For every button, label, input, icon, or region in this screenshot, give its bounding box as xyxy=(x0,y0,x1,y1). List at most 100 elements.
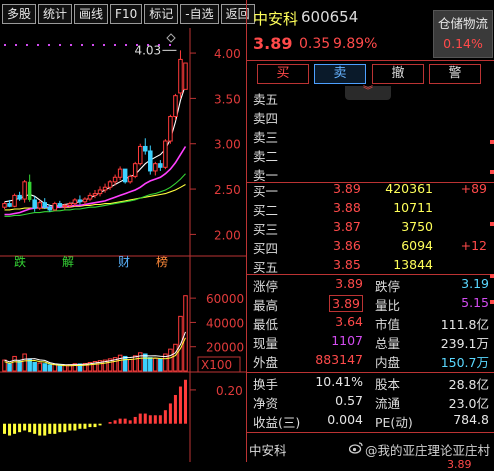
volume-bar xyxy=(132,355,138,372)
volume-bar xyxy=(12,355,17,372)
stock-name: 中安科 xyxy=(253,10,299,28)
buy-order-row[interactable]: 买三 3.87 3750 xyxy=(247,219,494,238)
candle-body xyxy=(158,163,163,168)
stat-value: 150.7万 xyxy=(440,355,489,370)
volume-bar xyxy=(42,363,47,372)
volume-bar xyxy=(57,364,63,372)
event-marker: 榜 xyxy=(156,254,168,269)
toolbar-button[interactable]: F10 xyxy=(110,4,143,24)
stat-label: 最高 xyxy=(253,298,279,313)
order-volume: 3750 xyxy=(401,219,433,234)
candle-body xyxy=(143,145,148,152)
candle-body xyxy=(37,202,42,209)
stat-row: 现量 1107 总量 239.1万 xyxy=(247,333,494,352)
order-level-label: 买三 xyxy=(253,222,279,237)
volume-bar xyxy=(168,348,173,372)
bottom-stock-name: 中安科 xyxy=(249,443,287,458)
stat-value: 3.64 xyxy=(335,314,363,329)
price-tick-label: 3.50 xyxy=(214,92,241,106)
weibo-icon xyxy=(349,442,363,454)
scroll-markers xyxy=(490,140,494,304)
buy-order-row[interactable]: 买一 3.89 420361 +89 xyxy=(247,181,494,200)
order-level-label: 卖四 xyxy=(253,111,279,126)
stat-label: 总量 xyxy=(375,336,401,351)
volume-bar xyxy=(158,358,163,372)
candle-body xyxy=(178,58,183,94)
cancel-order-button[interactable]: 撤 xyxy=(372,64,424,84)
stat-value: 0.004 xyxy=(327,412,363,427)
top-marker-dot xyxy=(92,44,94,46)
stat-row: 换手 10.41% 股本 28.8亿 xyxy=(247,374,494,393)
volume-bar xyxy=(173,343,178,372)
candle-body xyxy=(107,181,113,188)
order-volume-change: +12 xyxy=(460,238,487,253)
top-marker-dot xyxy=(125,44,127,46)
candle-body xyxy=(42,202,47,208)
sell-order-row[interactable]: 卖五 xyxy=(247,89,494,108)
event-marker: 跌 xyxy=(14,254,26,269)
buy-button[interactable]: 买 xyxy=(257,64,309,84)
toolbar-button[interactable]: 画线 xyxy=(74,4,109,24)
stat-label: 量比 xyxy=(375,298,401,313)
stat-value: 883147 xyxy=(315,352,363,367)
sector-box[interactable]: 仓储物流 0.14% xyxy=(433,10,493,58)
candle-body xyxy=(173,95,178,118)
top-marker-dot xyxy=(169,44,171,46)
order-price: 3.89 xyxy=(333,181,361,196)
top-marker-dot xyxy=(48,44,50,46)
volume-bar xyxy=(32,362,37,372)
toolbar-button[interactable]: 统计 xyxy=(38,4,73,24)
candle-body xyxy=(102,186,108,191)
toolbar-button[interactable]: -自选 xyxy=(180,4,219,24)
buy-order-row[interactable]: 买二 3.88 10711 xyxy=(247,200,494,219)
sell-order-row[interactable]: 卖二 xyxy=(247,146,494,165)
stat-row: 最高 3.89 量比 5.15 xyxy=(247,295,494,314)
stat-value: 3.89 xyxy=(335,276,363,291)
sell-order-row[interactable]: 卖四 xyxy=(247,108,494,127)
toolbar-button[interactable]: 多股 xyxy=(2,4,37,24)
candle-body xyxy=(97,189,103,195)
volume-bar xyxy=(183,295,188,372)
buy-order-row[interactable]: 买四 3.86 6094 +12 xyxy=(247,238,494,257)
stat-value: 111.8亿 xyxy=(440,317,489,332)
event-marker: 财 xyxy=(118,255,130,269)
candle-body xyxy=(137,145,143,165)
top-marker-dot xyxy=(37,44,39,46)
top-marker-dot xyxy=(81,44,83,46)
top-marker-dot xyxy=(70,44,72,46)
volume-tick-label: 60000 xyxy=(206,292,244,306)
divider xyxy=(247,60,494,61)
stock-code: 600654 xyxy=(301,8,359,26)
stat-label: 现量 xyxy=(253,336,279,351)
kline-chart-area[interactable]: 4.00 3.50 3.00 2.50 2.00 4.03 跌 解 财 榜 60000 40000 20… xyxy=(0,28,246,462)
stat-value: 28.8亿 xyxy=(448,377,489,392)
volume-tick-label: 20000 xyxy=(206,341,244,355)
toolbar-button[interactable]: 标记 xyxy=(144,4,179,24)
stat-label: 跌停 xyxy=(375,279,401,294)
stat-value: 5.15 xyxy=(461,295,489,310)
divider xyxy=(247,274,494,275)
order-volume: 420361 xyxy=(385,181,433,196)
stat-label: 股本 xyxy=(375,377,401,392)
stat-label: 最低 xyxy=(253,317,279,332)
candle-body xyxy=(92,193,98,196)
candle-body xyxy=(132,163,138,177)
candle-body xyxy=(62,204,68,207)
alert-button[interactable]: 警 xyxy=(429,64,481,84)
sell-button[interactable]: 卖 xyxy=(314,64,366,84)
stat-value: 3.89 xyxy=(329,295,363,312)
candle-body xyxy=(27,181,32,200)
kline-chart-svg[interactable]: 4.00 3.50 3.00 2.50 2.00 4.03 跌 解 财 榜 60000 40000 20… xyxy=(0,28,246,462)
sell-order-row[interactable]: 卖三 xyxy=(247,127,494,146)
price-tick-label: 2.50 xyxy=(214,183,241,197)
top-marker-dot xyxy=(15,44,17,46)
candle-body xyxy=(117,168,123,178)
candle-body xyxy=(32,199,37,209)
candle-body xyxy=(72,199,78,205)
volume-bar xyxy=(122,355,128,372)
order-level-label: 卖五 xyxy=(253,92,279,107)
stat-label: PE(动) xyxy=(375,415,413,430)
divider xyxy=(247,372,494,373)
candle-body xyxy=(22,181,27,200)
candle-body xyxy=(112,176,118,183)
